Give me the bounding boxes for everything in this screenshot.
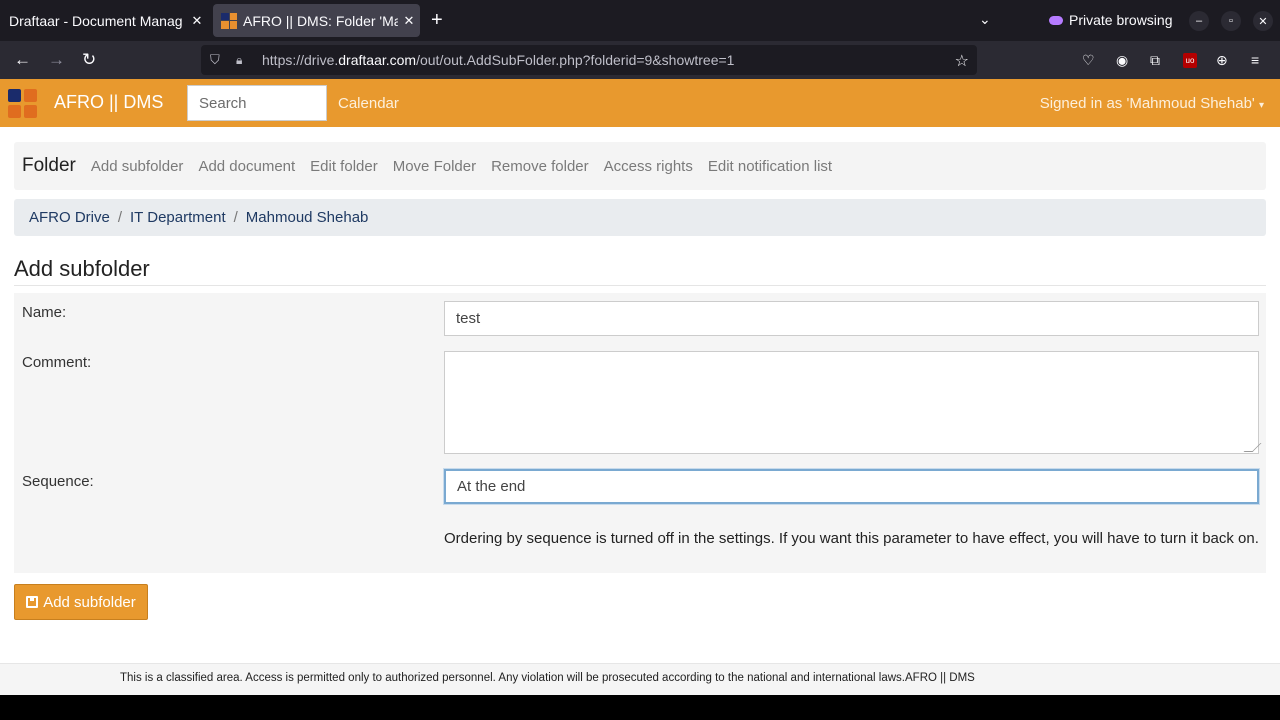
breadcrumb: AFRO Drive / IT Department / Mahmoud She…: [14, 199, 1266, 236]
sequence-help-text: Ordering by sequence is turned off in th…: [444, 530, 1259, 547]
breadcrumb-separator: /: [233, 209, 238, 226]
close-icon[interactable]: ✕: [398, 13, 420, 29]
divider: [14, 285, 1266, 286]
shield-icon[interactable]: ⛉: [210, 52, 224, 68]
subnav-edit-folder[interactable]: Edit folder: [310, 158, 378, 175]
subnav-access-rights[interactable]: Access rights: [604, 158, 693, 175]
url-bar[interactable]: ⛉ 🔒︎ https://drive.draftaar.com/out/out.…: [201, 45, 977, 75]
comment-label: Comment:: [22, 354, 92, 371]
web-page: AFRO || DMS Calendar Signed in as 'Mahmo…: [0, 79, 1280, 695]
name-label: Name:: [22, 304, 67, 321]
ublock-icon[interactable]: uo: [1183, 53, 1197, 68]
breadcrumb-separator: /: [117, 209, 123, 226]
breadcrumb-item[interactable]: IT Department: [130, 209, 226, 226]
sequence-label: Sequence:: [22, 473, 94, 490]
window-close-icon[interactable]: ✕: [1253, 11, 1273, 31]
pocket-icon[interactable]: ♡: [1082, 52, 1095, 69]
favicon-icon: [221, 12, 237, 29]
search-input[interactable]: [187, 85, 327, 121]
browser-nav-bar: ← → ↻ ⛉ 🔒︎ https://drive.draftaar.com/ou…: [0, 41, 1280, 79]
chevron-down-icon[interactable]: ⌄: [979, 11, 991, 28]
save-icon: [26, 596, 39, 608]
add-subfolder-button-label: Add subfolder: [43, 593, 136, 611]
brand-name[interactable]: AFRO || DMS: [54, 92, 163, 113]
subnav-edit-notification-list[interactable]: Edit notification list: [708, 158, 832, 175]
user-menu[interactable]: Signed in as 'Mahmoud Shehab' ▾: [1040, 95, 1264, 112]
comment-textarea[interactable]: [444, 351, 1259, 454]
breadcrumb-item[interactable]: Mahmoud Shehab: [246, 209, 369, 226]
add-subfolder-form: Name: Comment: Sequence: Ordering by seq…: [14, 293, 1266, 573]
tab-title: Draftaar - Document Manag: [9, 12, 183, 29]
name-input[interactable]: [444, 301, 1259, 336]
tab-title: AFRO || DMS: Folder 'Mal: [243, 12, 398, 29]
caret-down-icon: ▾: [1258, 100, 1264, 111]
menu-icon[interactable]: ≡: [1251, 52, 1259, 68]
back-arrow-icon[interactable]: ←: [14, 50, 31, 70]
folder-subnav: Folder Add subfolder Add document Edit f…: [14, 142, 1266, 190]
restore-icon[interactable]: ▫: [1221, 11, 1241, 31]
globe-icon[interactable]: ⊕: [1216, 52, 1228, 69]
private-browsing-indicator: Private browsing: [1049, 12, 1173, 28]
subnav-remove-folder[interactable]: Remove folder: [491, 158, 589, 175]
sequence-input[interactable]: [444, 469, 1259, 504]
add-subfolder-button[interactable]: Add subfolder: [14, 584, 148, 620]
account-icon[interactable]: ◉: [1116, 52, 1128, 69]
browser-tab-bar: Draftaar - Document Manag ✕ AFRO || DMS:…: [0, 0, 1280, 41]
page-footer: This is a classified area. Access is per…: [0, 663, 1280, 695]
footer-notice: This is a classified area. Access is per…: [120, 672, 975, 684]
lock-icon[interactable]: 🔒︎: [236, 53, 248, 68]
close-icon[interactable]: ✕: [186, 13, 208, 29]
private-browsing-label: Private browsing: [1069, 12, 1173, 28]
minimize-icon[interactable]: –: [1189, 11, 1209, 31]
bookmark-star-icon[interactable]: ☆: [955, 51, 969, 71]
signed-in-label: Signed in as 'Mahmoud Shehab': [1039, 95, 1255, 112]
subnav-add-subfolder[interactable]: Add subfolder: [91, 158, 184, 175]
url-text[interactable]: https://drive.draftaar.com/out/out.AddSu…: [262, 52, 734, 68]
private-mask-icon: [1049, 15, 1063, 25]
calendar-link[interactable]: Calendar: [338, 95, 399, 112]
app-header: AFRO || DMS Calendar Signed in as 'Mahmo…: [0, 79, 1280, 127]
subnav-add-document[interactable]: Add document: [198, 158, 295, 175]
browser-tab-afro-dms[interactable]: AFRO || DMS: Folder 'Mal ✕: [213, 4, 420, 37]
subnav-heading: Folder: [22, 155, 76, 176]
browser-tab-draftaar[interactable]: Draftaar - Document Manag ✕: [0, 4, 208, 37]
breadcrumb-item[interactable]: AFRO Drive: [29, 209, 110, 226]
page-title: Add subfolder: [14, 256, 150, 281]
new-tab-plus-icon[interactable]: +: [431, 9, 443, 32]
forward-arrow-icon[interactable]: →: [48, 50, 65, 70]
reload-icon[interactable]: ↻: [82, 50, 96, 70]
app-logo-icon[interactable]: [8, 89, 37, 118]
extensions-icon[interactable]: ⧉: [1150, 52, 1160, 69]
subnav-move-folder[interactable]: Move Folder: [393, 158, 476, 175]
